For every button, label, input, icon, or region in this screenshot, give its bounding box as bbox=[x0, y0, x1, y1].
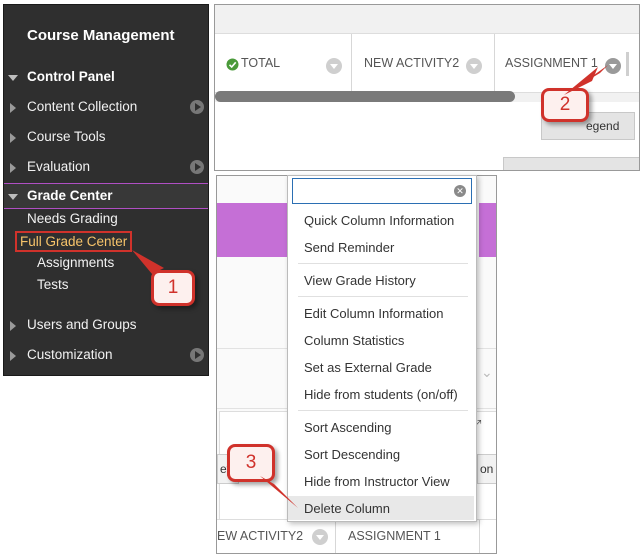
check-circle-icon bbox=[226, 58, 239, 71]
sidebar-item-label: Customization bbox=[27, 347, 113, 362]
menu-item-set-as-external-grade[interactable]: Set as External Grade bbox=[288, 355, 474, 379]
menu-item-sort-descending[interactable]: Sort Descending bbox=[288, 442, 474, 466]
menu-separator bbox=[298, 296, 468, 297]
sidebar-item-label: Content Collection bbox=[27, 99, 138, 114]
chevron-down-icon[interactable]: ⌄ bbox=[481, 364, 493, 381]
clear-icon[interactable]: ✕ bbox=[454, 185, 466, 197]
sidebar-item-label: Control Panel bbox=[27, 69, 115, 84]
sidebar-item-label: Evaluation bbox=[27, 159, 91, 174]
menu-separator bbox=[298, 410, 468, 411]
sidebar-item-customization[interactable]: Customization bbox=[4, 343, 208, 367]
horizontal-scrollbar[interactable] bbox=[215, 91, 515, 102]
column-header-new-activity2-bottom[interactable]: EW ACTIVITY2 bbox=[217, 529, 303, 543]
go-arrow-icon[interactable] bbox=[190, 100, 204, 114]
sidebar-subitem-assignments[interactable]: Assignments bbox=[37, 255, 114, 270]
go-arrow-icon[interactable] bbox=[190, 348, 204, 362]
column-header-label: TOTAL bbox=[241, 56, 281, 70]
column-header-total[interactable]: TOTAL bbox=[215, 34, 352, 92]
sidebar-item-label: Users and Groups bbox=[27, 317, 137, 332]
sidebar-subitem-needs-grading[interactable]: Needs Grading bbox=[27, 211, 118, 226]
grade-center-band-right bbox=[479, 203, 496, 257]
sidebar-item-label: Grade Center bbox=[27, 188, 113, 203]
sidebar-item-control-panel[interactable]: Control Panel bbox=[4, 65, 208, 89]
menu-item-delete-column[interactable]: Delete Column bbox=[288, 496, 474, 520]
course-management-sidebar: Course Management Control Panel Content … bbox=[3, 4, 209, 376]
menu-item-edit-column-information[interactable]: Edit Column Information bbox=[288, 301, 474, 325]
column-options-menu: ✕ Quick Column Information Send Reminder… bbox=[287, 175, 477, 522]
menu-item-quick-column-information[interactable]: Quick Column Information bbox=[288, 208, 474, 232]
column-header-label: NEW ACTIVITY2 bbox=[364, 56, 460, 70]
callout-arrow-icon bbox=[260, 476, 298, 508]
column-header-row-bottom: EW ACTIVITY2 ASSIGNMENT 1 bbox=[217, 519, 496, 553]
column-header-new-activity2[interactable]: NEW ACTIVITY2 bbox=[352, 34, 495, 92]
expand-down-icon bbox=[8, 75, 18, 81]
grade-center-band-left bbox=[217, 203, 289, 257]
column-header-assignment1-bottom[interactable]: ASSIGNMENT 1 bbox=[348, 529, 441, 543]
sidebar-title: Course Management bbox=[27, 27, 175, 44]
legend-button-label: egend bbox=[586, 119, 620, 133]
expand-right-icon bbox=[10, 163, 16, 173]
sidebar-item-grade-center[interactable]: Grade Center bbox=[4, 183, 208, 209]
expand-right-icon bbox=[10, 321, 16, 331]
callout-arrow-icon bbox=[564, 65, 608, 95]
sidebar-item-evaluation[interactable]: Evaluation bbox=[4, 155, 208, 179]
callout-one: 1 bbox=[151, 270, 195, 306]
expand-right-icon bbox=[10, 133, 16, 143]
sidebar-item-users-and-groups[interactable]: Users and Groups bbox=[4, 313, 208, 337]
menu-item-view-grade-history[interactable]: View Grade History bbox=[288, 268, 474, 292]
chevron-down-icon[interactable] bbox=[312, 529, 328, 545]
menu-search-input[interactable]: ✕ bbox=[292, 178, 472, 204]
sidebar-subitem-full-grade-center[interactable]: Full Grade Center bbox=[15, 231, 133, 252]
expand-right-icon bbox=[10, 103, 16, 113]
menu-item-hide-from-students[interactable]: Hide from students (on/off) bbox=[288, 382, 474, 406]
menu-item-column-statistics[interactable]: Column Statistics bbox=[288, 328, 474, 352]
menu-item-hide-from-instructor-view[interactable]: Hide from Instructor View bbox=[288, 469, 474, 493]
sidebar-subitem-tests[interactable]: Tests bbox=[37, 277, 69, 292]
edit-rows-button[interactable] bbox=[503, 157, 639, 170]
menu-item-send-reminder[interactable]: Send Reminder bbox=[288, 235, 474, 259]
option-button[interactable]: on bbox=[477, 454, 496, 484]
go-arrow-icon[interactable] bbox=[190, 160, 204, 174]
chevron-down-icon[interactable] bbox=[326, 58, 342, 74]
menu-separator bbox=[298, 263, 468, 264]
expand-down-icon bbox=[8, 194, 18, 200]
sidebar-item-course-tools[interactable]: Course Tools bbox=[4, 125, 208, 149]
sidebar-item-label: Course Tools bbox=[27, 129, 106, 144]
expand-right-icon bbox=[10, 351, 16, 361]
sidebar-item-content-collection[interactable]: Content Collection bbox=[4, 95, 208, 119]
chevron-down-icon[interactable] bbox=[466, 58, 482, 74]
menu-item-sort-ascending[interactable]: Sort Ascending bbox=[288, 415, 474, 439]
